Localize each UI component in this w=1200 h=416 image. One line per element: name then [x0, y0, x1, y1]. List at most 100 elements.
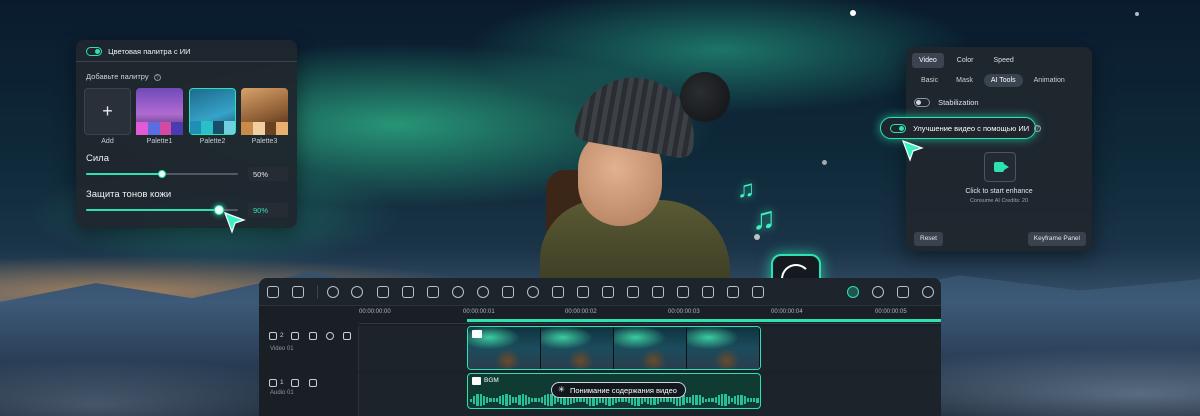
- transform-icon[interactable]: [552, 286, 564, 298]
- link-icon[interactable]: [343, 332, 351, 340]
- track-name: Audio 01: [270, 390, 294, 396]
- video-track-icon: [269, 332, 277, 340]
- tab-speed[interactable]: Speed: [987, 53, 1021, 68]
- skin-tone-value[interactable]: 90%: [248, 203, 288, 217]
- split-icon[interactable]: [427, 286, 439, 298]
- keyframe-icon[interactable]: [577, 286, 589, 298]
- strength-label: Сила: [86, 153, 109, 164]
- tab-animation[interactable]: Animation: [1027, 74, 1072, 87]
- keyframe-panel-button[interactable]: Keyframe Panel: [1027, 232, 1086, 246]
- adjust-icon[interactable]: [602, 286, 614, 298]
- waveform-bar: [730, 398, 733, 402]
- time-tick: 00:00:00:02: [565, 309, 597, 315]
- palette1-thumbnail[interactable]: [136, 88, 183, 135]
- strength-value[interactable]: 50%: [248, 167, 288, 181]
- stabilization-toggle[interactable]: [914, 97, 930, 107]
- snap-icon[interactable]: [872, 286, 884, 298]
- panel-header: Цветовая палитра с ИИ: [76, 40, 297, 62]
- waveform-bar: [598, 397, 601, 403]
- video-clip[interactable]: [467, 326, 761, 370]
- waveform-bar: [495, 398, 498, 402]
- undo-icon[interactable]: [327, 286, 339, 298]
- palette3-thumbnail[interactable]: [241, 88, 288, 135]
- title-icon[interactable]: [727, 286, 739, 298]
- waveform-bar: [550, 394, 553, 406]
- time-tick: 00:00:00:05: [875, 309, 907, 315]
- toggle-switch[interactable]: [86, 46, 102, 56]
- video-frame-thumbnail: [541, 327, 614, 369]
- shield-icon[interactable]: [897, 286, 909, 298]
- volume-icon[interactable]: [309, 379, 317, 387]
- select-tool-icon[interactable]: [292, 286, 304, 298]
- tab-color[interactable]: Color: [950, 53, 981, 68]
- redo-icon[interactable]: [351, 286, 363, 298]
- reset-button[interactable]: Reset: [914, 232, 943, 246]
- waveform-bar: [669, 397, 672, 403]
- subtitle-icon[interactable]: [677, 286, 689, 298]
- add-palette-heading: Добавьте палитру ?: [86, 72, 161, 81]
- help-icon[interactable]: ?: [153, 74, 161, 81]
- mask-icon[interactable]: [627, 286, 639, 298]
- delete-icon[interactable]: [377, 286, 389, 298]
- video-understanding-tooltip[interactable]: Понимание содержания видео: [551, 382, 686, 398]
- waveform-bar: [708, 397, 711, 403]
- waveform-bar: [470, 398, 473, 402]
- waveform-bar: [511, 397, 515, 403]
- tab-mask[interactable]: Mask: [949, 74, 980, 87]
- help-icon[interactable]: ?: [1034, 124, 1042, 132]
- edit-icon[interactable]: [502, 286, 514, 298]
- tab-video[interactable]: Video: [912, 53, 944, 68]
- waveform-bar: [724, 394, 727, 406]
- text-icon[interactable]: [702, 286, 714, 298]
- waveform-bar: [537, 398, 540, 402]
- timer-icon[interactable]: [527, 286, 539, 298]
- crop-icon[interactable]: [402, 286, 414, 298]
- ai-video-enhance-toggle[interactable]: Улучшение видео с помощью ИИ ?: [880, 117, 1042, 139]
- star: [850, 10, 856, 16]
- waveform-bar: [659, 397, 663, 403]
- tab-basic[interactable]: Basic: [914, 74, 945, 87]
- waveform-bar: [518, 395, 521, 405]
- waveform-bar: [698, 395, 701, 405]
- waveform-bar: [479, 394, 482, 406]
- panel-title: Цветовая палитра с ИИ: [108, 46, 191, 56]
- time-tick: 00:00:00:03: [668, 309, 700, 315]
- volume-icon[interactable]: [309, 332, 317, 340]
- layout-icon[interactable]: [267, 286, 279, 298]
- skin-tone-slider[interactable]: [86, 205, 238, 215]
- skin-tone-label: Защита тонов кожи: [86, 189, 172, 200]
- audio-clip-label: BGM: [484, 377, 499, 384]
- add-palette-button[interactable]: +: [84, 88, 131, 135]
- star: [1135, 12, 1139, 16]
- lock-icon[interactable]: [291, 379, 299, 387]
- track-name: Video 01: [270, 346, 294, 352]
- microphone-icon[interactable]: [922, 286, 934, 298]
- divider: [317, 285, 318, 299]
- waveform-bar: [492, 398, 495, 402]
- eye-icon[interactable]: [326, 332, 334, 340]
- waveform-bar: [502, 394, 505, 406]
- speed-icon[interactable]: [452, 286, 464, 298]
- waveform-bar: [740, 395, 743, 405]
- track-number: 2: [280, 332, 284, 339]
- lock-icon[interactable]: [291, 332, 299, 340]
- ai-assist-icon[interactable]: [847, 286, 859, 298]
- audio-icon[interactable]: [652, 286, 664, 298]
- color-icon[interactable]: [477, 286, 489, 298]
- effects-icon[interactable]: [752, 286, 764, 298]
- strength-slider[interactable]: [86, 170, 238, 178]
- add-palette-label: Добавьте палитру: [86, 72, 149, 81]
- ai-color-palette-panel: Цветовая палитра с ИИ Добавьте палитру ?…: [76, 40, 297, 228]
- enhance-video-icon[interactable]: [984, 152, 1016, 182]
- toggle-switch[interactable]: [890, 123, 906, 133]
- video-track-header: 2 Video 01: [259, 326, 359, 372]
- waveform-bar: [579, 398, 582, 402]
- palette2-thumbnail[interactable]: [189, 88, 236, 135]
- tab-ai-tools[interactable]: AI Tools: [983, 74, 1023, 87]
- slider-knob[interactable]: [158, 170, 166, 178]
- waveform-bar: [618, 398, 621, 402]
- waveform-bar: [714, 396, 717, 404]
- stabilization-label: Stabilization: [938, 97, 979, 107]
- waveform-bar: [624, 398, 627, 402]
- waveform-bar: [556, 398, 560, 402]
